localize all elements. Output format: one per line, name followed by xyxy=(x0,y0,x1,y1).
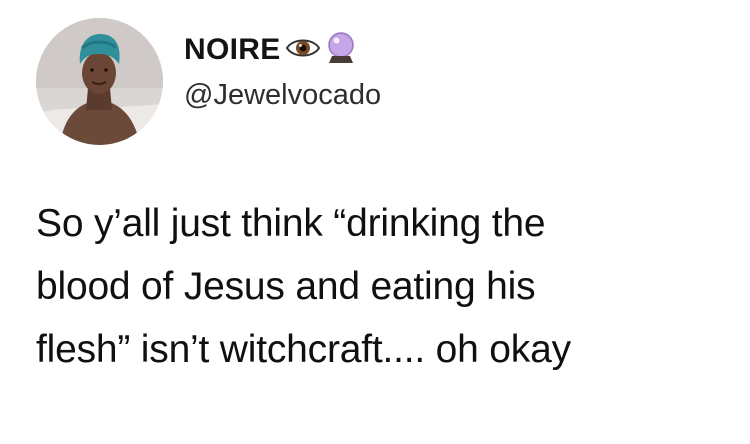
display-name[interactable]: NOIRE xyxy=(184,33,281,67)
tweet-text-line: blood of Jesus and eating his xyxy=(36,265,536,308)
avatar-photo xyxy=(36,18,163,145)
eye-icon xyxy=(285,35,321,66)
crystal-ball-icon xyxy=(325,31,357,70)
tweet-text-line: flesh” isn’t witchcraft.... oh okay xyxy=(36,328,571,371)
avatar[interactable] xyxy=(36,18,163,145)
author-name-row: NOIRE xyxy=(184,30,357,70)
user-handle[interactable]: @Jewelvocado xyxy=(184,79,381,112)
tweet-card: NOIRE @Jewelvocado So y’all just think “… xyxy=(0,0,750,444)
tweet-text-line: So y’all just think “drinking the xyxy=(36,202,546,245)
tweet-text: So y’all just think “drinking the blood … xyxy=(36,192,741,381)
